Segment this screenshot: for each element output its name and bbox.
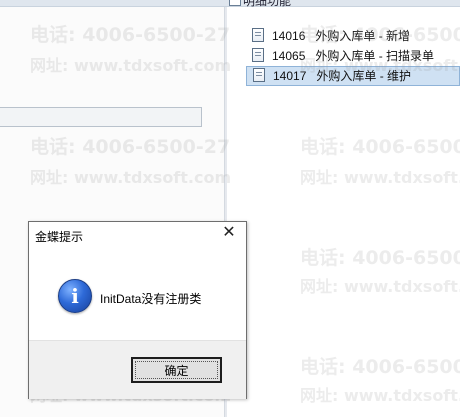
tree-item-code: 14065 <box>272 49 306 63</box>
watermark-url: 网址: www.tdxsoft.com <box>300 386 460 405</box>
tree-item-label: 外购入库单 - 维护 <box>316 69 412 83</box>
watermark-phone: 电话: 4006-6500-27 <box>300 136 460 158</box>
tree-item-14017[interactable]: 14017 外购入库单 - 维护 <box>246 66 460 86</box>
section-header: 明细功能 <box>0 0 460 8</box>
document-icon <box>253 68 265 82</box>
tree-item-code: 14017 <box>273 69 307 83</box>
tree-item-code: 14016 <box>272 29 306 43</box>
dialog-title: 金蝶提示 <box>35 230 84 244</box>
tree-item-14065[interactable]: 14065 外购入库单 - 扫描录单 <box>246 46 460 66</box>
dialog-footer: 确定 <box>29 340 246 399</box>
watermark-url: 网址: www.tdxsoft.com <box>300 277 460 296</box>
watermark-phone: 电话: 4006-6500-27 <box>300 247 460 269</box>
watermark-phone: 电话: 4006-6500-27 <box>300 356 460 378</box>
dialog-body: i InitData没有注册类 <box>29 246 246 340</box>
tree-item-label: 外购入库单 - 新增 <box>315 29 411 43</box>
close-icon[interactable]: ✕ <box>220 224 238 242</box>
watermark-url: 网址: www.tdxsoft.com <box>300 168 460 187</box>
info-icon: i <box>58 279 92 313</box>
document-icon <box>252 48 264 62</box>
left-field[interactable] <box>0 107 202 127</box>
document-icon <box>252 28 264 42</box>
folder-icon <box>229 0 241 6</box>
message-dialog: 金蝶提示 ✕ i InitData没有注册类 确定 <box>28 221 247 399</box>
tree-item-14016[interactable]: 14016 外购入库单 - 新增 <box>246 26 460 46</box>
section-header-title: 明细功能 <box>243 0 292 8</box>
tree-item-label: 外购入库单 - 扫描录单 <box>315 49 435 63</box>
function-tree: 14016 外购入库单 - 新增 14065 外购入库单 - 扫描录单 14017 外… <box>246 26 460 86</box>
dialog-message: InitData没有注册类 <box>100 292 202 306</box>
ok-button[interactable]: 确定 <box>131 357 222 383</box>
